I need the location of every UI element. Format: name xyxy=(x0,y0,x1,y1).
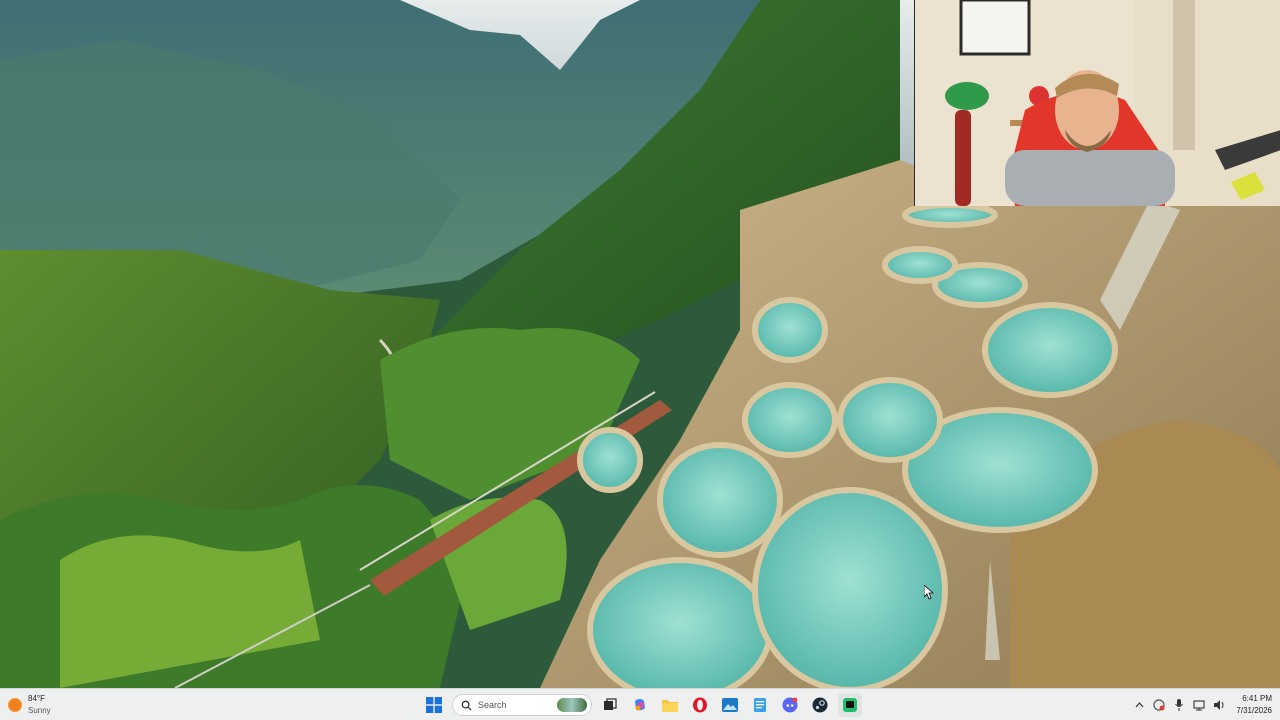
search-placeholder: Search xyxy=(478,700,507,710)
search-icon xyxy=(461,700,472,711)
file-explorer-icon[interactable] xyxy=(658,693,682,717)
task-view-icon[interactable] xyxy=(598,693,622,717)
steam-icon[interactable] xyxy=(808,693,832,717)
weather-condition: Sunny xyxy=(28,706,51,715)
windows-start-icon[interactable] xyxy=(422,693,446,717)
chevron-up-icon[interactable] xyxy=(1132,698,1146,712)
antivirus-icon[interactable] xyxy=(1152,698,1166,712)
speaker-icon[interactable] xyxy=(1212,698,1226,712)
active-app-icon[interactable] xyxy=(838,693,862,717)
weather-temperature: 84°F xyxy=(28,694,45,703)
notepad-icon[interactable] xyxy=(748,693,772,717)
taskbar-apps: Search xyxy=(422,692,868,718)
system-tray: 6:41 PM 7/31/2026 xyxy=(1126,692,1272,718)
copilot-icon[interactable] xyxy=(628,693,652,717)
microphone-icon[interactable] xyxy=(1172,698,1186,712)
discord-icon[interactable] xyxy=(778,693,802,717)
clock-date: 7/31/2026 xyxy=(1236,706,1272,715)
clock-time: 6:41 PM xyxy=(1242,694,1272,703)
webcam-overlay xyxy=(914,0,1280,206)
search-highlight-image xyxy=(557,698,587,712)
photos-icon[interactable] xyxy=(718,693,742,717)
search-input[interactable]: Search xyxy=(452,694,592,716)
network-icon[interactable] xyxy=(1192,698,1206,712)
taskbar: 84°F Sunny Search 6:41 PM 7/31/2026 xyxy=(0,688,1280,720)
clock[interactable]: 6:41 PM 7/31/2026 xyxy=(1236,694,1272,716)
mouse-cursor-icon xyxy=(924,585,934,600)
opera-icon[interactable] xyxy=(688,693,712,717)
weather-widget[interactable]: 84°F Sunny xyxy=(8,692,51,718)
sun-icon xyxy=(8,698,22,712)
